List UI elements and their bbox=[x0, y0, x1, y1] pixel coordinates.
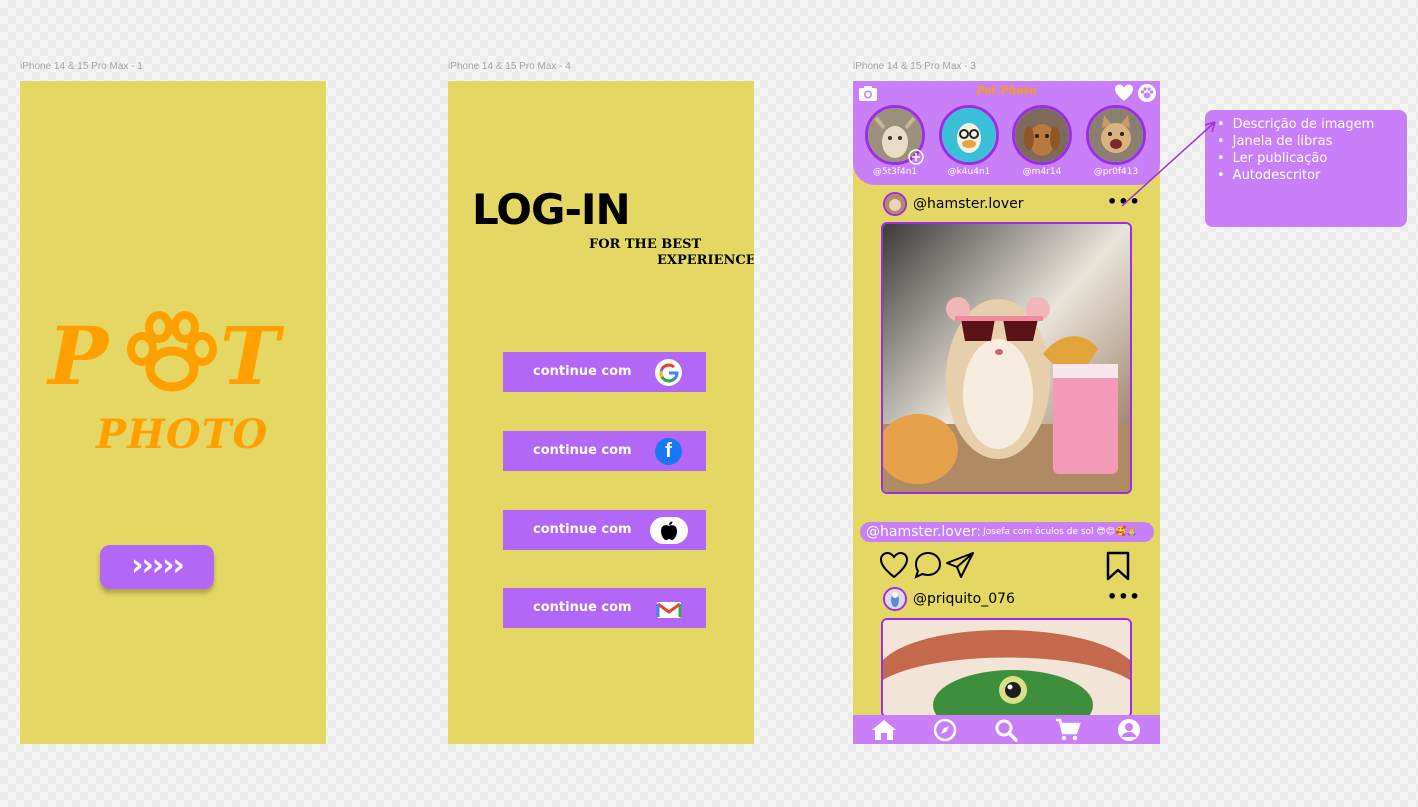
login-title: LOG-IN bbox=[472, 185, 631, 234]
paw-icon bbox=[127, 311, 217, 392]
story-name: @pr0f413 bbox=[1093, 167, 1139, 177]
splash-screen: P T PHOTO ››››› bbox=[20, 81, 326, 744]
frame-label-login: iPhone 14 & 15 Pro Max - 4 bbox=[448, 61, 571, 72]
post-header: @hamster.lover ••• bbox=[883, 192, 1141, 218]
post-caption: @hamster.lover: Josefa com óculos de sol… bbox=[860, 522, 1154, 542]
frame-label-splash: iPhone 14 & 15 Pro Max - 1 bbox=[20, 61, 143, 72]
note-item: Descrição de imagem bbox=[1217, 116, 1407, 133]
login-subtitle-line2: EXPERIENCE bbox=[657, 253, 754, 268]
facebook-icon: f bbox=[655, 438, 682, 465]
story-item[interactable]: @pr0f413 bbox=[1086, 105, 1146, 177]
google-icon bbox=[655, 359, 682, 386]
button-label: continue com bbox=[533, 364, 632, 379]
login-subtitle-line1: FOR THE BEST bbox=[589, 237, 702, 252]
story-avatar bbox=[1012, 105, 1072, 165]
app-logo: P T bbox=[48, 311, 298, 401]
user-avatar[interactable] bbox=[883, 192, 907, 216]
login-screen: LOG-IN FOR THE BEST EXPERIENCE continue … bbox=[448, 81, 754, 744]
button-label: continue com bbox=[533, 522, 632, 537]
post-image[interactable] bbox=[881, 222, 1132, 494]
button-label: continue com bbox=[533, 443, 632, 458]
story-name: @m4r14 bbox=[1022, 167, 1062, 177]
paw-menu-icon[interactable] bbox=[1137, 83, 1157, 103]
caption-text: Josefa com óculos de sol 😎😍🥰🙏 bbox=[983, 527, 1138, 537]
heart-icon[interactable] bbox=[1114, 83, 1134, 103]
note-item: Ler publicação bbox=[1217, 150, 1407, 167]
continue-facebook-button[interactable]: continue com f bbox=[503, 431, 706, 471]
logo-letter-t: T bbox=[220, 309, 280, 403]
post-username[interactable]: @hamster.lover bbox=[913, 196, 1024, 212]
bookmark-icon[interactable] bbox=[1105, 551, 1131, 581]
caption-username[interactable]: @hamster.lover: bbox=[866, 524, 981, 540]
story-avatar bbox=[1086, 105, 1146, 165]
button-label: continue com bbox=[533, 600, 632, 615]
home-icon[interactable] bbox=[871, 717, 897, 743]
continue-google-button[interactable]: continue com bbox=[503, 352, 706, 392]
gmail-icon bbox=[655, 595, 682, 622]
search-icon[interactable] bbox=[993, 717, 1019, 743]
apple-icon bbox=[650, 517, 688, 544]
bottom-navigation bbox=[853, 715, 1160, 744]
user-avatar[interactable] bbox=[883, 587, 907, 611]
post-header: @priquito_076 ••• bbox=[883, 587, 1141, 613]
logo-letter-p: P bbox=[48, 309, 109, 403]
story-name: @k4u4n1 bbox=[947, 167, 991, 177]
top-bar: Pet Photo @5t3f4n1 @k4u4n1 @m4r14 @pr0f4… bbox=[853, 81, 1160, 185]
frame-label-feed: iPhone 14 & 15 Pro Max - 3 bbox=[853, 61, 976, 72]
share-icon[interactable] bbox=[945, 551, 975, 579]
story-item[interactable]: @5t3f4n1 bbox=[865, 105, 925, 177]
logo-subtitle: PHOTO bbox=[96, 411, 269, 458]
profile-icon[interactable] bbox=[1116, 717, 1142, 743]
continue-gmail-button[interactable]: continue com bbox=[503, 588, 706, 628]
more-options-icon[interactable]: ••• bbox=[1107, 587, 1141, 606]
more-options-icon[interactable]: ••• bbox=[1107, 192, 1141, 211]
post-image[interactable] bbox=[881, 618, 1132, 718]
story-name: @5t3f4n1 bbox=[872, 167, 918, 177]
story-item[interactable]: @m4r14 bbox=[1012, 105, 1072, 177]
post-username[interactable]: @priquito_076 bbox=[913, 591, 1015, 607]
accessibility-note: Descrição de imagem Janela de libras Ler… bbox=[1205, 110, 1407, 227]
note-item: Janela de libras bbox=[1217, 133, 1407, 150]
story-item[interactable]: @k4u4n1 bbox=[939, 105, 999, 177]
continue-apple-button[interactable]: continue com bbox=[503, 510, 706, 550]
cart-icon[interactable] bbox=[1055, 717, 1081, 743]
like-icon[interactable] bbox=[879, 551, 909, 579]
note-item: Autodescritor bbox=[1217, 167, 1407, 184]
story-avatar bbox=[939, 105, 999, 165]
feed-screen: Pet Photo @5t3f4n1 @k4u4n1 @m4r14 @pr0f4… bbox=[853, 81, 1160, 744]
add-story-icon[interactable] bbox=[908, 149, 924, 165]
start-button[interactable]: ››››› bbox=[100, 545, 214, 589]
comment-icon[interactable] bbox=[913, 551, 943, 579]
compass-icon[interactable] bbox=[932, 717, 958, 743]
post-actions bbox=[879, 549, 1135, 583]
